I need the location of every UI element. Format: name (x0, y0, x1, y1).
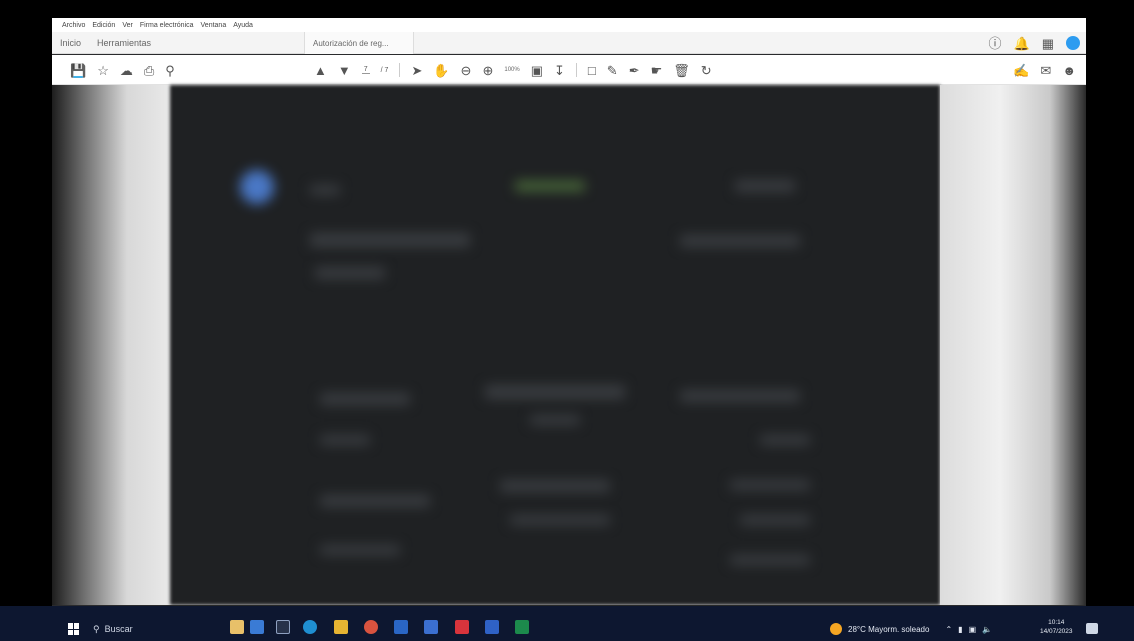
highlight-pen-icon[interactable]: ✎ (607, 64, 618, 77)
blurred-text (740, 515, 810, 525)
chevron-up-icon[interactable]: ⌃ (945, 625, 952, 634)
menu-ventana[interactable]: Ventana (201, 22, 227, 29)
blurred-text (320, 495, 430, 507)
tab-herramientas[interactable]: Herramientas (89, 32, 159, 54)
avatar[interactable] (1066, 36, 1080, 50)
outlook-icon[interactable] (394, 620, 408, 634)
trash-icon[interactable]: 🗑 (673, 64, 690, 77)
blurred-text (320, 393, 410, 405)
document-viewport[interactable] (52, 85, 1086, 605)
tab-bar-actions: ⓘ 🔔 ▦ (989, 32, 1080, 54)
blurred-text (680, 390, 800, 402)
share-user-icon[interactable]: ☻ (1062, 64, 1076, 77)
star-icon[interactable]: ☆ (97, 64, 109, 77)
scroll-mode-icon[interactable]: ↧ (554, 64, 565, 77)
menu-ver[interactable]: Ver (122, 22, 133, 29)
menu-firma[interactable]: Firma electrónica (140, 22, 194, 29)
prev-page-icon[interactable]: ▲ (314, 64, 327, 77)
network-icon[interactable]: ▣ (969, 625, 977, 634)
blurred-text (760, 435, 810, 445)
search-icon[interactable]: ⚲ (165, 64, 175, 77)
hand-tool-icon[interactable]: ✋ (433, 64, 449, 77)
menu-edicion[interactable]: Edición (92, 22, 115, 29)
zoom-level-select[interactable]: 100% (504, 67, 519, 73)
blurred-logo (240, 170, 274, 204)
blurred-text (320, 435, 370, 445)
mail-icon[interactable]: ✉ (1040, 64, 1051, 77)
taskbar-clock[interactable]: 10:14 14/07/2023 (1040, 618, 1073, 636)
save-icon[interactable]: 💾 (70, 64, 86, 77)
weather-sun-icon[interactable] (830, 623, 842, 635)
toolbar-center: ▲ ▼ 7 / 7 ➤ ✋ ⊖ ⊕ 100% ▣ ↧ □ ✎ ✒ ☛ 🗑 ↻ (314, 55, 712, 85)
viewport-edge-right (940, 85, 1086, 605)
windows-start-icon[interactable] (68, 623, 80, 635)
clock-date: 14/07/2023 (1040, 628, 1073, 635)
notification-icon[interactable] (1086, 623, 1098, 634)
help-icon[interactable]: ⓘ (989, 37, 1002, 50)
blurred-text (730, 480, 810, 490)
blurred-text (320, 545, 400, 555)
blurred-text (530, 415, 580, 425)
bell-icon[interactable]: 🔔 (1014, 37, 1030, 50)
system-tray: 28°C Mayorm. soleado ⌃ ▮ ▣ 🔈 (830, 620, 992, 638)
apps-grid-icon[interactable]: ▦ (1042, 37, 1054, 50)
stamp-icon[interactable]: ☛ (651, 64, 663, 77)
zoom-in-icon[interactable]: ⊕ (482, 64, 493, 77)
menu-bar: Archivo Edición Ver Firma electrónica Ve… (52, 18, 1086, 32)
blurred-text (310, 233, 470, 247)
task-view-icon[interactable] (276, 620, 290, 634)
blurred-status (515, 181, 585, 191)
blurred-text (485, 385, 625, 399)
tab-bar: Inicio Herramientas Autorización de reg.… (52, 32, 1086, 54)
tab-inicio[interactable]: Inicio (52, 32, 89, 54)
page-number-input[interactable]: 7 (361, 66, 370, 74)
pdf-page[interactable] (170, 85, 940, 605)
clock-time: 10:14 (1048, 619, 1065, 626)
blurred-text (730, 555, 810, 565)
excel-icon[interactable] (515, 620, 529, 634)
toolbar: 💾 ☆ ☁ ⎙ ⚲ ▲ ▼ 7 / 7 ➤ ✋ ⊖ ⊕ 100% ▣ ↧ □ ✎… (52, 55, 1086, 85)
search-placeholder: Buscar (104, 624, 133, 634)
file-explorer-icon[interactable] (334, 620, 348, 634)
chrome-icon[interactable] (364, 620, 378, 634)
blurred-text (510, 515, 610, 525)
taskbar-search[interactable]: ⚲ Buscar (93, 620, 203, 638)
sign-icon[interactable]: ✍ (1013, 64, 1029, 77)
menu-archivo[interactable]: Archivo (62, 22, 85, 29)
viewport-edge-left (52, 85, 170, 605)
draw-icon[interactable]: ✒ (629, 64, 640, 77)
edge-browser-icon[interactable] (303, 620, 317, 634)
next-page-icon[interactable]: ▼ (338, 64, 351, 77)
upload-cloud-icon[interactable]: ☁ (120, 64, 133, 77)
select-cursor-icon[interactable]: ➤ (411, 64, 422, 77)
fit-page-icon[interactable]: ▣ (531, 64, 543, 77)
widgets-icon[interactable] (230, 620, 244, 634)
user-icon[interactable] (250, 620, 264, 634)
blurred-text (500, 480, 610, 492)
rotate-icon[interactable]: ↻ (701, 64, 712, 77)
zoom-out-icon[interactable]: ⊖ (461, 64, 472, 77)
battery-icon[interactable]: ▮ (958, 625, 962, 634)
tab-document[interactable]: Autorización de reg... (304, 32, 414, 54)
page-total: / 7 (380, 66, 389, 74)
toolbar-left: 💾 ☆ ☁ ⎙ ⚲ (70, 55, 175, 85)
print-icon[interactable]: ⎙ (144, 64, 154, 77)
acrobat-icon[interactable] (455, 620, 469, 634)
comment-icon[interactable]: □ (588, 64, 596, 77)
word-icon[interactable] (485, 620, 499, 634)
blurred-text (735, 180, 795, 192)
toolbar-divider (399, 63, 401, 77)
toolbar-divider (575, 63, 577, 77)
acrobat-window: Archivo Edición Ver Firma electrónica Ve… (52, 18, 1086, 618)
menu-ayuda[interactable]: Ayuda (233, 22, 253, 29)
blurred-text (680, 235, 800, 247)
volume-icon[interactable]: 🔈 (982, 625, 992, 634)
weather-text[interactable]: 28°C Mayorm. soleado (848, 625, 929, 634)
blurred-text (310, 185, 340, 195)
blurred-text (315, 267, 385, 279)
toolbar-right: ✍ ✉ ☻ (1013, 55, 1076, 85)
teams-icon[interactable] (424, 620, 438, 634)
search-icon: ⚲ (93, 623, 100, 634)
